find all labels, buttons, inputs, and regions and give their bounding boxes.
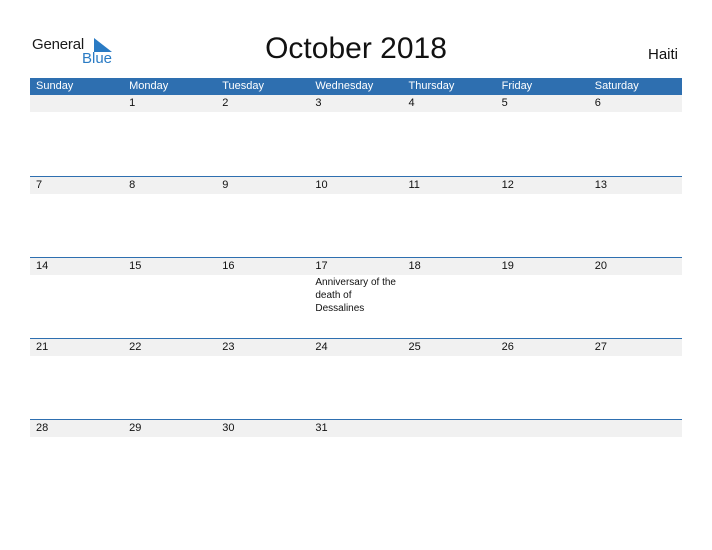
holiday-event	[589, 275, 682, 315]
holiday-event	[123, 194, 216, 195]
day-number	[589, 420, 682, 437]
date-strip: 14 15 16 17 18 19 20	[30, 258, 682, 275]
day-number: 31	[315, 422, 328, 434]
day-number: 29	[129, 422, 142, 434]
day-number: 9	[222, 179, 229, 191]
day-number	[496, 420, 589, 437]
day-number: 13	[594, 179, 607, 191]
day-number: 15	[129, 260, 142, 272]
holiday-event	[309, 437, 402, 438]
day-number: 6	[594, 97, 601, 109]
day-number: 7	[36, 179, 43, 191]
day-number: 28	[36, 422, 49, 434]
calendar-title: October 2018	[265, 32, 447, 65]
weekday-friday: Friday	[501, 80, 533, 92]
holiday-event	[123, 112, 216, 113]
weekday-tuesday: Tuesday	[222, 80, 265, 92]
day-number	[30, 95, 123, 112]
day-number: 21	[36, 341, 49, 353]
holiday-event	[496, 112, 589, 113]
holiday-event	[403, 112, 496, 113]
day-number: 8	[129, 179, 136, 191]
day-number: 24	[315, 341, 328, 353]
holiday-event	[309, 356, 402, 357]
day-number: 1	[129, 97, 136, 109]
day-number: 26	[501, 341, 514, 353]
week-row: 28 29 30 31	[30, 419, 682, 500]
day-number: 14	[36, 260, 49, 272]
date-strip: 28 29 30 31	[30, 420, 682, 437]
weekday-wednesday: Wednesday	[315, 80, 374, 92]
events-area	[30, 194, 682, 195]
events-area	[30, 356, 682, 357]
holiday-event	[216, 437, 309, 438]
day-number: 30	[222, 422, 235, 434]
week-row: 14 15 16 17 18 19 20 Anniversary of the death o…	[30, 257, 682, 338]
holiday-event	[496, 356, 589, 357]
day-number: 20	[594, 260, 607, 272]
weekday-monday: Monday	[129, 80, 169, 92]
weekday-saturday: Saturday	[594, 80, 639, 92]
day-number: 27	[594, 341, 607, 353]
holiday-event	[403, 437, 496, 438]
week-row: 1 2 3 4 5 6	[30, 95, 682, 176]
week-row: 7 8 9 10 11 12 13	[30, 176, 682, 257]
day-number: 12	[501, 179, 514, 191]
day-number: 18	[408, 260, 421, 272]
holiday-event	[403, 275, 496, 315]
day-number: 22	[129, 341, 142, 353]
holiday-event	[30, 112, 123, 113]
day-number: 19	[501, 260, 514, 272]
day-number: 2	[222, 97, 229, 109]
weekday-header: Sunday Monday Tuesday Wednesday Thursday Frid…	[30, 78, 682, 95]
country-label: Haiti	[647, 46, 678, 63]
holiday-event	[30, 275, 123, 315]
holiday-event	[589, 356, 682, 357]
holiday-event	[589, 437, 682, 438]
day-number: 17	[315, 260, 328, 272]
day-number: 10	[315, 179, 328, 191]
holiday-event	[496, 194, 589, 195]
holiday-event	[216, 194, 309, 195]
day-number	[403, 420, 496, 437]
events-area	[30, 437, 682, 438]
holiday-event	[30, 194, 123, 195]
day-number: 3	[315, 97, 322, 109]
holiday-event: Anniversary of the death of Dessalines	[315, 277, 396, 314]
week-row: 21 22 23 24 25 26 27	[30, 338, 682, 419]
holiday-event	[309, 194, 402, 195]
holiday-event	[123, 437, 216, 438]
calendar-grid: Sunday Monday Tuesday Wednesday Thursday Frid…	[30, 78, 682, 500]
holiday-event	[309, 112, 402, 113]
holiday-event	[123, 356, 216, 357]
holiday-event	[30, 356, 123, 357]
day-number: 11	[408, 179, 420, 191]
holiday-event	[216, 275, 309, 315]
weekday-thursday: Thursday	[408, 80, 455, 92]
events-area	[30, 112, 682, 113]
day-number: 4	[408, 97, 415, 109]
holiday-event	[403, 356, 496, 357]
day-number: 25	[408, 341, 421, 353]
holiday-event	[589, 194, 682, 195]
holiday-event	[496, 437, 589, 438]
holiday-event	[216, 112, 309, 113]
events-area: Anniversary of the death of Dessalines	[30, 275, 682, 315]
holiday-event	[403, 194, 496, 195]
day-number: 16	[222, 260, 235, 272]
date-strip: 21 22 23 24 25 26 27	[30, 339, 682, 356]
holiday-event	[123, 275, 216, 315]
holiday-event	[496, 275, 589, 315]
weekday-sunday: Sunday	[36, 80, 74, 92]
date-strip: 1 2 3 4 5 6	[30, 95, 682, 112]
day-number: 5	[501, 97, 508, 109]
day-number: 23	[222, 341, 235, 353]
date-strip: 7 8 9 10 11 12 13	[30, 177, 682, 194]
holiday-event	[216, 356, 309, 357]
holiday-event	[30, 437, 123, 438]
holiday-event	[589, 112, 682, 113]
